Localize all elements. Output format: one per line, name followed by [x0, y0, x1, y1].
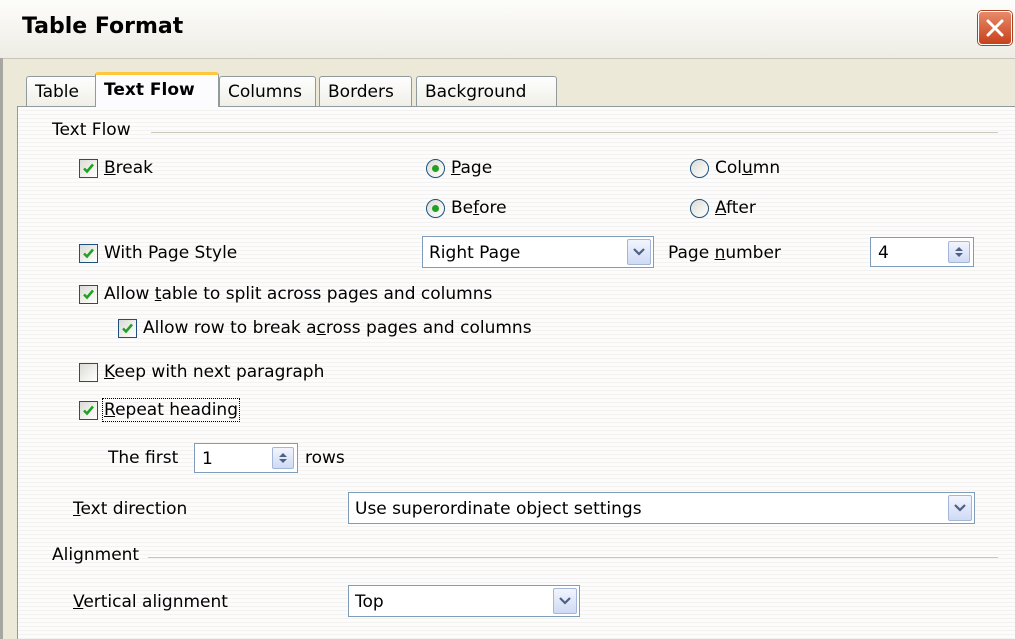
after-radio[interactable] [690, 199, 709, 218]
close-button[interactable] [978, 11, 1012, 45]
radio-dot [432, 165, 439, 172]
section-label-text-flow: Text Flow [52, 120, 131, 140]
with-page-style-checkbox[interactable] [79, 244, 98, 263]
page-style-dropdown-button[interactable] [627, 239, 651, 265]
spin-arrows-icon [955, 247, 963, 257]
first-rows-label: The first [108, 448, 179, 468]
radio-dot [432, 205, 439, 212]
tab-background[interactable]: Background [416, 76, 557, 106]
tab-table[interactable]: Table [26, 76, 98, 106]
text-direction-dropdown[interactable]: Use superordinate object settings [348, 492, 975, 524]
tab-label: Text Flow [104, 80, 195, 100]
section-divider [148, 557, 998, 558]
rows-label: rows [305, 448, 345, 468]
page-radio-label: Page [451, 158, 493, 178]
allow-split-label: Allow table to split across pages and co… [104, 284, 493, 304]
chevron-down-icon [954, 504, 966, 512]
vertical-alignment-label: Vertical alignment [73, 592, 228, 612]
allow-row-break-label: Allow row to break across pages and colu… [143, 318, 532, 338]
before-radio-label: Before [451, 198, 507, 218]
allow-row-break-checkbox[interactable] [118, 319, 137, 338]
section-divider [151, 132, 998, 133]
text-direction-value: Use superordinate object settings [355, 499, 642, 519]
allow-split-checkbox[interactable] [79, 285, 98, 304]
tab-label: Background [425, 82, 527, 102]
keep-with-next-checkbox[interactable] [79, 363, 98, 382]
page-number-spinbox[interactable]: 4 [870, 237, 974, 267]
heading-rows-value: 1 [202, 449, 213, 469]
with-page-style-label: With Page Style [104, 243, 238, 263]
tab-columns[interactable]: Columns [219, 76, 316, 106]
page-style-value: Right Page [429, 243, 521, 263]
close-icon [986, 19, 1004, 37]
title-bar: Table Format [0, 0, 1015, 59]
check-icon [83, 405, 94, 416]
page-radio[interactable] [426, 159, 445, 178]
tab-borders[interactable]: Borders [319, 76, 412, 106]
vertical-alignment-value: Top [355, 592, 384, 612]
vertical-alignment-dropdown-button[interactable] [553, 588, 577, 614]
tab-label: Columns [228, 82, 302, 102]
repeat-heading-label: Repeat heading [102, 398, 240, 422]
tab-text-flow[interactable]: Text Flow [95, 72, 219, 107]
after-radio-label: After [715, 198, 756, 218]
heading-rows-spinbox[interactable]: 1 [194, 443, 298, 473]
chevron-down-icon [559, 597, 571, 605]
window-title: Table Format [22, 14, 184, 39]
section-label-alignment: Alignment [52, 545, 140, 565]
tab-label: Table [35, 82, 79, 102]
check-icon [83, 289, 94, 300]
repeat-heading-checkbox[interactable] [79, 401, 98, 420]
before-radio[interactable] [426, 199, 445, 218]
text-direction-dropdown-button[interactable] [948, 495, 972, 521]
vertical-alignment-dropdown[interactable]: Top [348, 585, 580, 617]
heading-rows-spin-button[interactable] [272, 447, 294, 469]
text-direction-label: Text direction [73, 499, 188, 519]
check-icon [122, 323, 133, 334]
check-icon [83, 163, 94, 174]
chevron-down-icon [633, 248, 645, 256]
break-label: Break [104, 158, 154, 178]
page-number-label: Page number [668, 243, 781, 263]
check-icon [83, 248, 94, 259]
break-checkbox[interactable] [79, 159, 98, 178]
page-number-value: 4 [878, 243, 889, 263]
spin-arrows-icon [279, 453, 287, 463]
page-number-spin-button[interactable] [948, 241, 970, 263]
keep-with-next-label: Keep with next paragraph [104, 362, 325, 382]
tab-panel: Text Flow Break Page Column Before After… [17, 106, 1015, 639]
page-style-dropdown[interactable]: Right Page [422, 236, 654, 268]
column-radio[interactable] [690, 159, 709, 178]
column-radio-label: Column [715, 158, 781, 178]
window-border [0, 58, 3, 639]
tab-label: Borders [328, 82, 394, 102]
